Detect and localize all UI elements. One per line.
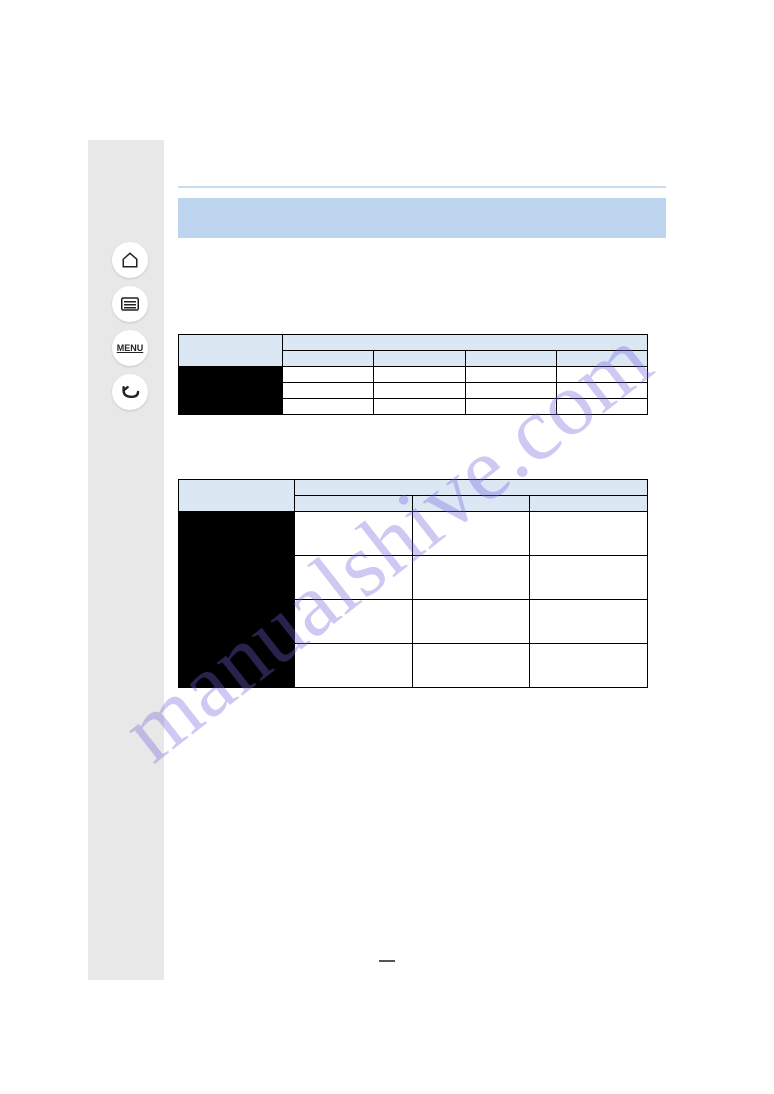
table1-cell <box>374 367 465 383</box>
table2-cell <box>412 556 530 600</box>
table1-row2-label <box>179 399 283 415</box>
table2-cell <box>295 644 413 688</box>
table1-cell <box>465 399 556 415</box>
table2-header-left <box>179 480 295 512</box>
table2-col-1 <box>412 496 530 512</box>
nav-button-group: MENU <box>112 242 148 410</box>
table1-col-1 <box>374 351 465 367</box>
table1-row1-label <box>179 383 283 399</box>
keyboard-icon <box>121 297 139 311</box>
table2-row3-label <box>179 644 295 688</box>
table1-cell <box>283 399 374 415</box>
table2-cell <box>412 600 530 644</box>
table2-row0-label <box>179 512 295 556</box>
table2-header-top <box>295 480 648 496</box>
table2-cell <box>295 556 413 600</box>
table-1 <box>178 334 648 415</box>
table2-cell <box>530 644 648 688</box>
table-row <box>179 556 648 600</box>
menu-label: MENU <box>117 343 144 353</box>
table1-cell <box>556 399 647 415</box>
table1-col-3 <box>556 351 647 367</box>
table2-cell <box>295 600 413 644</box>
table1-col-0 <box>283 351 374 367</box>
back-button[interactable] <box>112 374 148 410</box>
table2-row1-label <box>179 556 295 600</box>
table-row <box>179 399 648 415</box>
table-row <box>179 644 648 688</box>
table1-col-2 <box>465 351 556 367</box>
section-banner <box>178 198 666 238</box>
table2-cell <box>530 600 648 644</box>
table2-cell <box>530 556 648 600</box>
table1-cell <box>465 383 556 399</box>
table1-cell <box>283 367 374 383</box>
table1-cell <box>556 383 647 399</box>
table1-cell <box>556 367 647 383</box>
table2-col-0 <box>295 496 413 512</box>
home-button[interactable] <box>112 242 148 278</box>
home-icon <box>121 251 139 269</box>
table2-cell <box>295 512 413 556</box>
table1-row0-label <box>179 367 283 383</box>
table-row <box>179 367 648 383</box>
table2-cell <box>412 512 530 556</box>
table1-header-left <box>179 335 283 367</box>
table-2 <box>178 479 648 688</box>
table1-cell <box>374 399 465 415</box>
table-row <box>179 512 648 556</box>
table2-cell <box>530 512 648 556</box>
menu-button[interactable]: MENU <box>112 330 148 366</box>
table2-cell <box>412 644 530 688</box>
table1-cell <box>374 383 465 399</box>
table-row <box>179 383 648 399</box>
table1-header-top <box>283 335 648 351</box>
divider-line <box>178 186 666 188</box>
back-icon <box>120 384 140 400</box>
keyboard-button[interactable] <box>112 286 148 322</box>
table-row <box>179 600 648 644</box>
table2-col-2 <box>530 496 648 512</box>
table2-row2-label <box>179 600 295 644</box>
table1-cell <box>465 367 556 383</box>
page-marker <box>379 960 395 962</box>
content-area <box>164 140 674 688</box>
table1-cell <box>283 383 374 399</box>
